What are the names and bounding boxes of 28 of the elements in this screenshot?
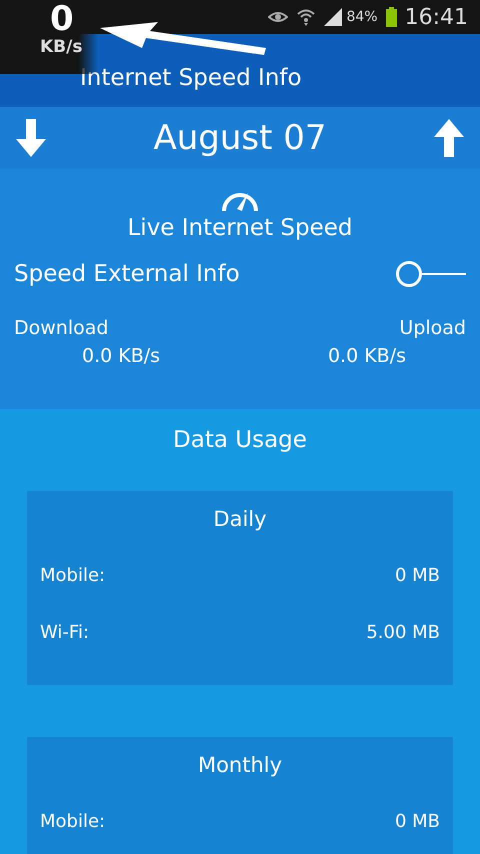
card-title: Daily — [213, 507, 267, 531]
next-day-button[interactable] — [434, 119, 464, 157]
date-label: August 07 — [153, 118, 327, 158]
signal-icon — [324, 8, 344, 26]
wifi-icon — [296, 7, 316, 27]
usage-label: Wi-Fi: — [40, 622, 90, 643]
eye-icon — [268, 10, 288, 24]
clock: 16:41 — [404, 4, 468, 30]
battery-icon — [386, 7, 397, 27]
toggle-switch[interactable] — [396, 261, 466, 287]
previous-day-button[interactable] — [16, 119, 46, 157]
card-title: Monthly — [198, 753, 282, 777]
section-title: Data Usage — [173, 427, 307, 453]
download-label: Download — [14, 317, 108, 339]
app-title: Internet Speed Info — [80, 64, 302, 90]
usage-label: Mobile: — [40, 565, 106, 586]
speed-unit: KB/s — [40, 38, 82, 56]
switch-label: Speed External Info — [14, 261, 240, 287]
download-value: 0.0 KB/s — [82, 345, 160, 367]
upload-label: Upload — [399, 317, 466, 339]
usage-value: 5.00 MB — [366, 622, 440, 643]
usage-value: 0 MB — [394, 565, 440, 586]
usage-value: 0 MB — [394, 811, 440, 832]
usage-label: Mobile: — [40, 811, 106, 832]
section-title: Live Internet Speed — [127, 215, 352, 241]
upload-value: 0.0 KB/s — [328, 345, 406, 367]
speed-value: 0 — [50, 0, 74, 38]
battery-percent: 84% — [346, 9, 378, 25]
